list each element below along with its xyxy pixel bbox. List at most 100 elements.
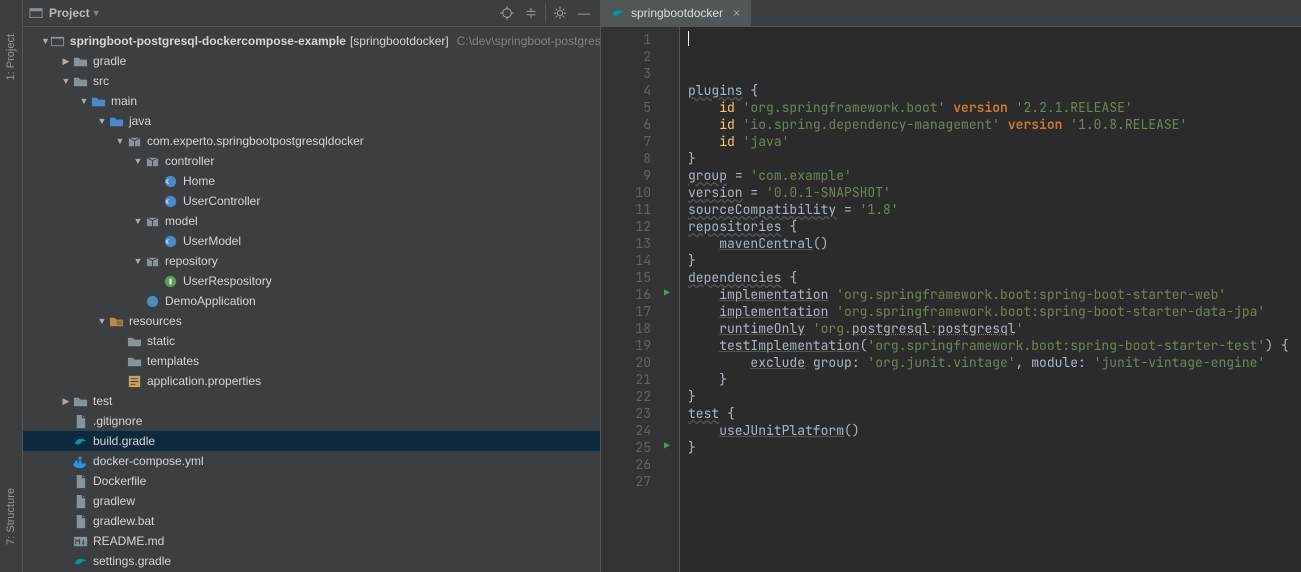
- tree-item-label: application.properties: [147, 374, 261, 388]
- tree-row[interactable]: ▼ repository: [23, 251, 600, 271]
- package-icon: [127, 134, 142, 149]
- project-tree[interactable]: ▼ springboot-postgresql-dockercompose-exa…: [23, 27, 600, 572]
- gradle-icon: [73, 434, 88, 449]
- expand-arrow-icon[interactable]: ▼: [95, 316, 109, 326]
- package-icon: [145, 254, 160, 269]
- rail-item-project[interactable]: 1: Project: [5, 30, 17, 84]
- expand-arrow-icon[interactable]: ▶: [59, 56, 73, 67]
- collapse-all-icon[interactable]: [521, 3, 541, 23]
- tree-row[interactable]: ▼ springboot-postgresql-dockercompose-exa…: [23, 31, 600, 51]
- tree-row[interactable]: ▼ controller: [23, 151, 600, 171]
- tree-item-label: UserModel: [183, 234, 241, 248]
- run-gutter-icon[interactable]: ▶: [664, 439, 670, 452]
- tree-row[interactable]: ▶static: [23, 331, 600, 351]
- tree-item-label: UserController: [183, 194, 260, 208]
- tab-label: springbootdocker: [631, 6, 723, 20]
- tree-item-path: C:\dev\springboot-postgresql-dockercompo…: [457, 34, 600, 48]
- expand-arrow-icon[interactable]: ▼: [41, 36, 50, 46]
- folder-blue-icon: [109, 114, 124, 129]
- expand-arrow-icon[interactable]: ▶: [59, 396, 73, 407]
- module-icon: [50, 34, 65, 49]
- gradle-icon: [611, 6, 625, 20]
- tree-row[interactable]: ▶gradle: [23, 51, 600, 71]
- tree-row[interactable]: ▶UserController: [23, 191, 600, 211]
- run-icon: [145, 294, 160, 309]
- expand-arrow-icon[interactable]: ▼: [131, 216, 145, 226]
- tree-item-label: gradlew: [93, 494, 135, 508]
- tree-item-label: model: [165, 214, 198, 228]
- line-number-gutter: 1234567891011121314151617181920212223242…: [601, 27, 661, 572]
- tree-item-label: controller: [165, 154, 214, 168]
- tree-item-label: Dockerfile: [93, 474, 146, 488]
- folder-icon: [73, 74, 88, 89]
- tree-row[interactable]: ▶UserModel: [23, 231, 600, 251]
- tree-row[interactable]: ▼ src: [23, 71, 600, 91]
- tree-row[interactable]: ▼ java: [23, 111, 600, 131]
- expand-arrow-icon[interactable]: ▼: [77, 96, 91, 106]
- tree-row[interactable]: ▶README.md: [23, 531, 600, 551]
- file-icon: [73, 474, 88, 489]
- expand-arrow-icon[interactable]: ▼: [131, 256, 145, 266]
- project-tool-header: Project ▼ —: [23, 0, 600, 27]
- folder-icon: [127, 354, 142, 369]
- editor-tabbar: springbootdocker ×: [601, 0, 1301, 27]
- tree-item-label: Home: [183, 174, 215, 188]
- gear-icon[interactable]: [545, 3, 570, 23]
- expand-arrow-icon[interactable]: ▼: [131, 156, 145, 166]
- gradle-icon: [73, 554, 88, 569]
- tree-row[interactable]: ▼resources: [23, 311, 600, 331]
- tree-item-label: src: [93, 74, 109, 88]
- hide-icon[interactable]: —: [574, 3, 594, 23]
- expand-arrow-icon[interactable]: ▼: [59, 76, 73, 86]
- tree-item-label: repository: [165, 254, 218, 268]
- tool-rail-left: 1: Project 7: Structure: [0, 0, 23, 572]
- tree-item-label: gradlew.bat: [93, 514, 154, 528]
- tree-row[interactable]: ▶docker-compose.yml: [23, 451, 600, 471]
- tree-row[interactable]: ▼com.experto.springbootpostgresqldocker: [23, 131, 600, 151]
- tree-item-label: test: [93, 394, 112, 408]
- tree-row[interactable]: ▼ model: [23, 211, 600, 231]
- file-icon: [73, 514, 88, 529]
- project-icon: [29, 6, 43, 20]
- tree-row[interactable]: ▶DemoApplication: [23, 291, 600, 311]
- tree-item-label: templates: [147, 354, 199, 368]
- tree-item-label: springboot-postgresql-dockercompose-exam…: [70, 34, 346, 48]
- code-editor[interactable]: 1234567891011121314151617181920212223242…: [601, 27, 1301, 572]
- gutter-marks: ▶▶: [661, 27, 680, 572]
- tree-row[interactable]: ▶settings.gradle: [23, 551, 600, 571]
- run-gutter-icon[interactable]: ▶: [664, 286, 670, 299]
- tree-row[interactable]: ▶application.properties: [23, 371, 600, 391]
- tree-item-label: settings.gradle: [93, 554, 171, 568]
- tree-row[interactable]: ▶gradlew.bat: [23, 511, 600, 531]
- package-icon: [145, 154, 160, 169]
- locate-icon[interactable]: [497, 3, 517, 23]
- chevron-down-icon[interactable]: ▼: [92, 8, 101, 18]
- folder-icon: [127, 334, 142, 349]
- tree-row[interactable]: ▶gradlew: [23, 491, 600, 511]
- tree-item-label: build.gradle: [93, 434, 155, 448]
- tree-row[interactable]: ▶Home: [23, 171, 600, 191]
- tree-row[interactable]: ▶.gitignore: [23, 411, 600, 431]
- close-icon[interactable]: ×: [733, 6, 740, 20]
- expand-arrow-icon[interactable]: ▼: [113, 136, 127, 146]
- code-content[interactable]: plugins { id 'org.springframework.boot' …: [680, 27, 1301, 572]
- tree-item-label: docker-compose.yml: [93, 454, 204, 468]
- rail-item-structure[interactable]: 7: Structure: [5, 484, 17, 549]
- folder-icon: [73, 54, 88, 69]
- tree-row[interactable]: ▶build.gradle: [23, 431, 600, 451]
- resources-icon: [109, 314, 124, 329]
- editor-area: springbootdocker × 123456789101112131415…: [601, 0, 1301, 572]
- tree-row[interactable]: ▼ main: [23, 91, 600, 111]
- project-tool-window: Project ▼ — ▼ springboot-postgresql-docke…: [23, 0, 601, 572]
- tree-item-label: README.md: [93, 534, 164, 548]
- class-icon: [163, 194, 178, 209]
- tree-row[interactable]: ▶Dockerfile: [23, 471, 600, 491]
- class-icon: [163, 174, 178, 189]
- tree-item-label: main: [111, 94, 137, 108]
- tree-item-label: java: [129, 114, 151, 128]
- tree-row[interactable]: ▶templates: [23, 351, 600, 371]
- tree-row[interactable]: ▶UserRespository: [23, 271, 600, 291]
- tab-springbootdocker[interactable]: springbootdocker ×: [601, 0, 751, 26]
- expand-arrow-icon[interactable]: ▼: [95, 116, 109, 126]
- tree-row[interactable]: ▶ test: [23, 391, 600, 411]
